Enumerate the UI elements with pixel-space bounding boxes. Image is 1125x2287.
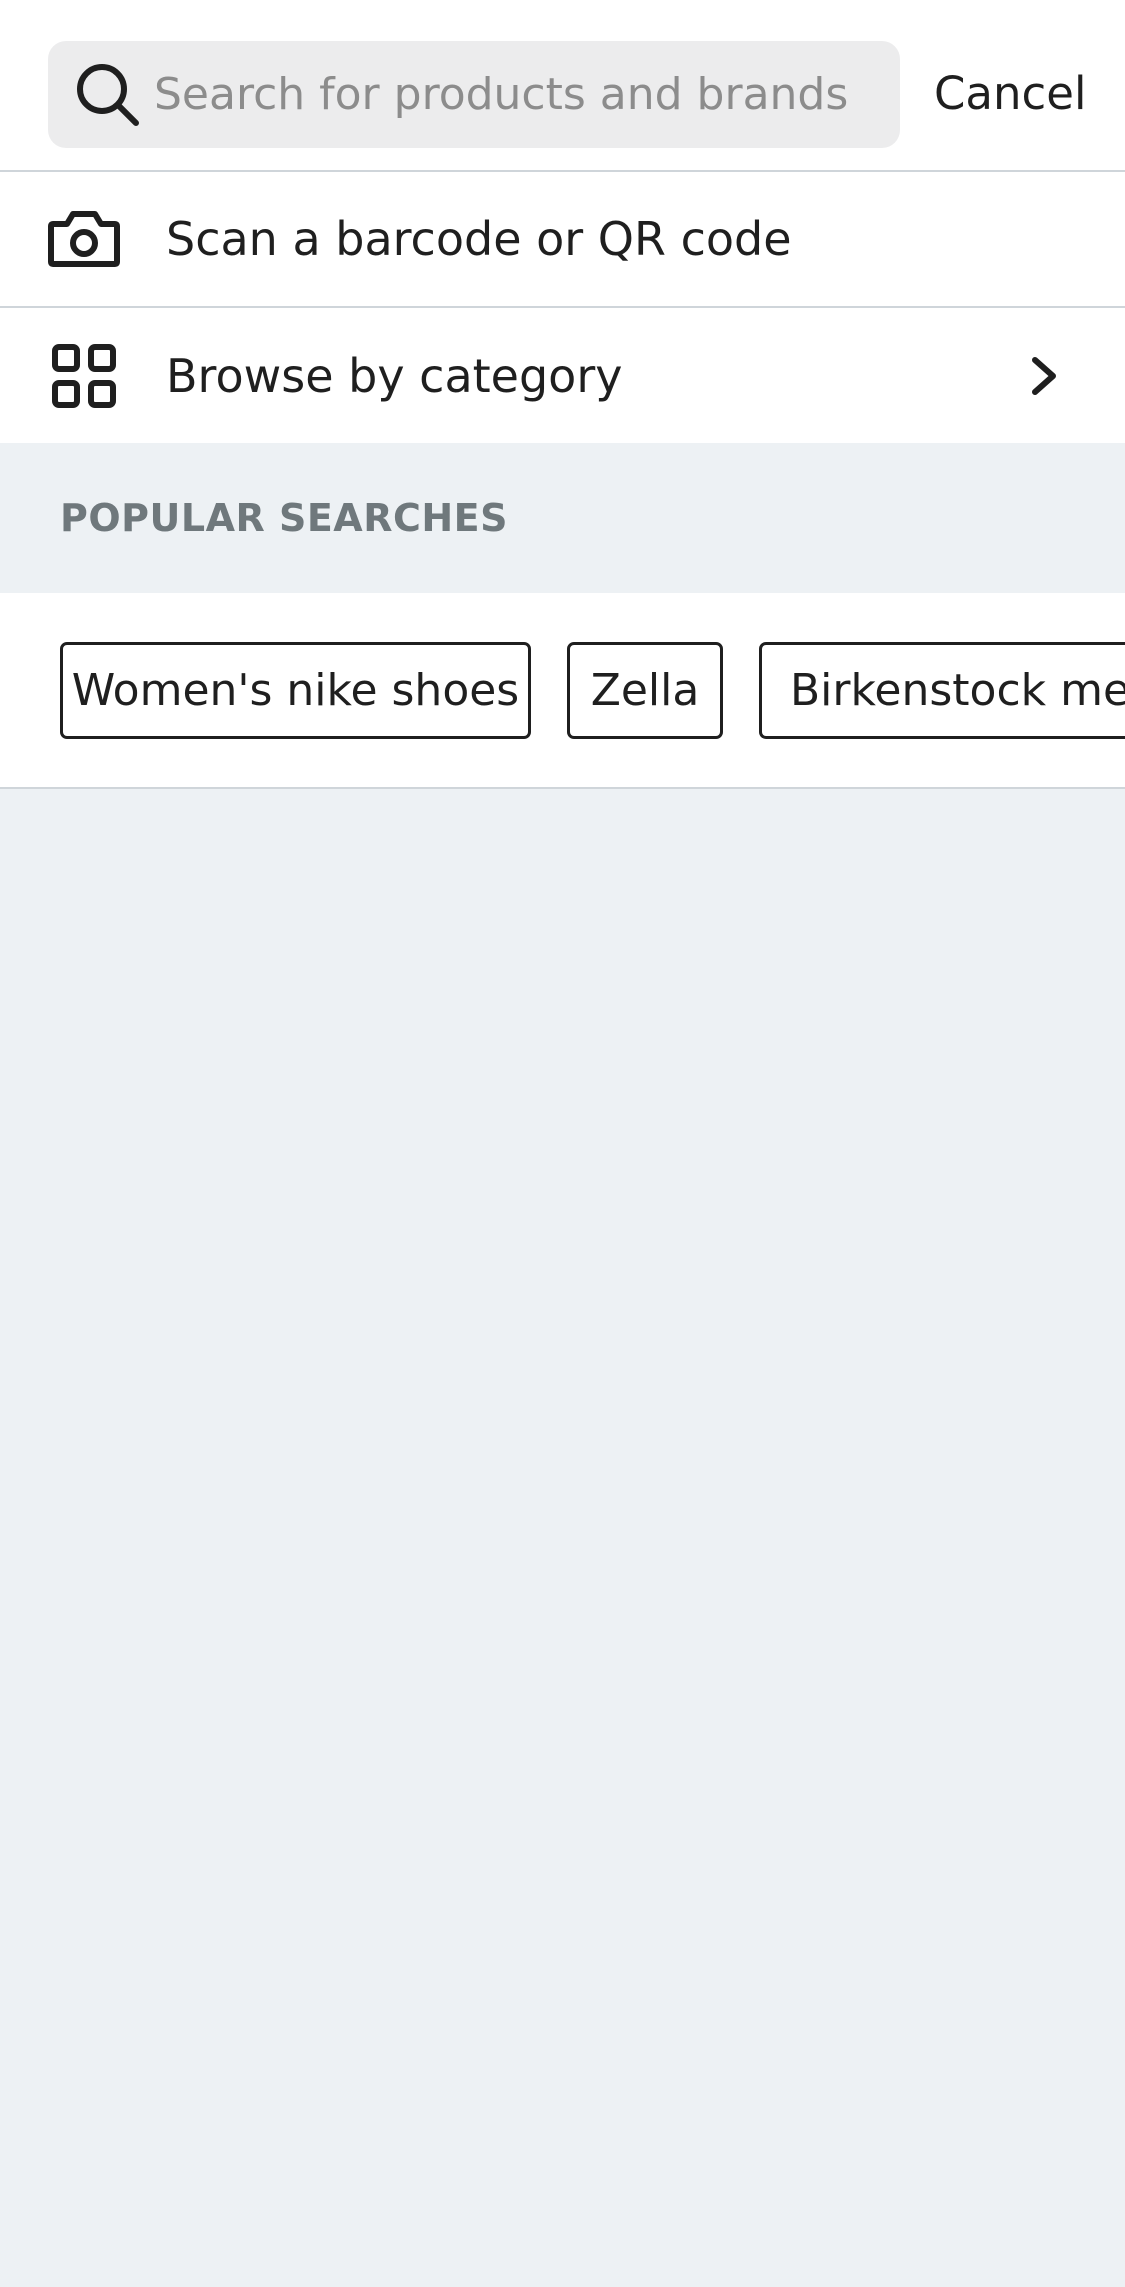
popular-searches-title: POPULAR SEARCHES <box>60 496 508 540</box>
chevron-right-icon <box>1022 346 1066 406</box>
scan-barcode-row[interactable]: Scan a barcode or QR code <box>0 172 1125 308</box>
grid-icon <box>46 338 122 414</box>
search-chip[interactable]: Women's nike shoes <box>60 642 531 739</box>
search-bar[interactable] <box>48 41 900 148</box>
scan-barcode-label: Scan a barcode or QR code <box>166 212 792 266</box>
browse-category-row[interactable]: Browse by category <box>0 308 1125 443</box>
camera-icon <box>46 201 122 277</box>
search-chip[interactable]: Zella <box>567 642 723 739</box>
browse-category-label: Browse by category <box>166 348 623 403</box>
cancel-button[interactable]: Cancel <box>934 60 1086 128</box>
search-input[interactable] <box>154 69 854 120</box>
search-icon <box>66 53 150 137</box>
search-header: Cancel <box>0 0 1125 172</box>
search-chip[interactable]: Birkenstock men <box>759 642 1125 739</box>
popular-searches-chips: Women's nike shoes Zella Birkenstock men <box>0 593 1125 789</box>
